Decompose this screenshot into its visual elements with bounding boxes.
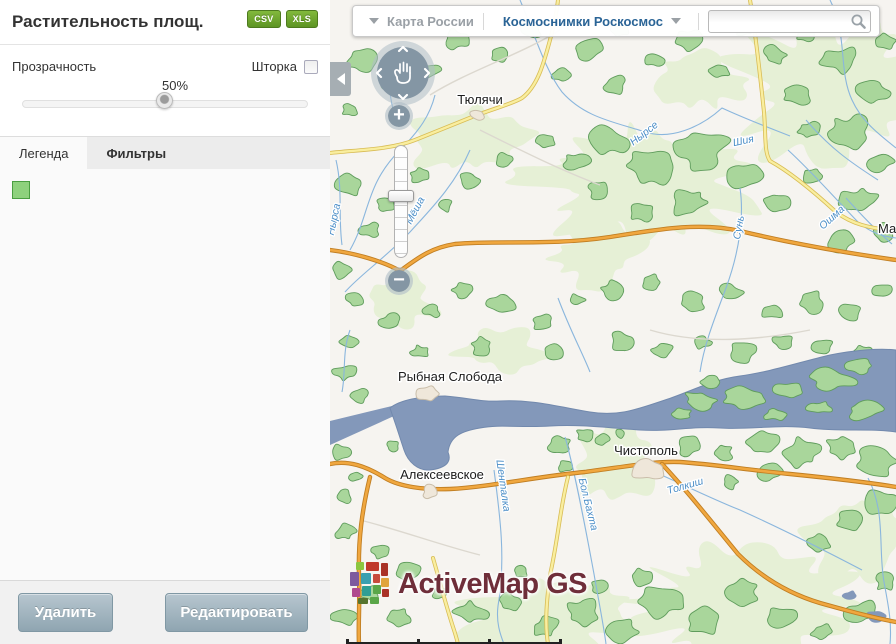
pan-control[interactable] (371, 41, 435, 105)
town-label: Алексеевское (400, 467, 484, 482)
pan-up-icon (399, 47, 407, 51)
town-label: Тюлячи (457, 92, 503, 107)
export-xls-button[interactable]: XLS (286, 10, 318, 28)
toolbar-divider (698, 13, 699, 30)
vegetation-area (559, 461, 573, 472)
base-layer-selector[interactable]: Карта России (387, 14, 474, 29)
map-view[interactable]: НырсаМёшаНырсеШияСуньОшмаБол.БахтаШентал… (330, 0, 896, 644)
opacity-section: Прозрачность Шторка 50% (0, 45, 330, 122)
vegetation-area (577, 430, 593, 442)
search-icon[interactable] (850, 13, 867, 30)
town-label: Ма (878, 221, 896, 236)
zoom-slider[interactable] (394, 145, 408, 258)
active-layer-selector[interactable]: Космоснимки Роскосмос (503, 14, 663, 29)
opacity-value: 50% (162, 78, 188, 93)
hand-icon (395, 63, 410, 84)
curtain-label: Шторка (252, 59, 297, 74)
pan-left-icon (377, 69, 381, 77)
zoom-slider-handle[interactable] (388, 190, 414, 202)
layer-title: Растительность площ. (12, 10, 242, 32)
vegetation-area (515, 565, 527, 576)
collapse-panel-button[interactable] (330, 62, 351, 96)
pan-right-icon (425, 69, 429, 77)
zoom-in-button[interactable]: + (385, 102, 413, 130)
map-toolbar: Карта России Космоснимки Роскосмос (352, 5, 880, 37)
chevron-left-icon (337, 73, 345, 85)
legend-content (0, 169, 330, 580)
pan-down-icon (399, 95, 407, 99)
panel-tabs: Легенда Фильтры (0, 136, 330, 169)
vegetation-area (872, 285, 892, 296)
edit-button[interactable]: Редактировать (165, 593, 308, 632)
scale-bar (346, 639, 562, 644)
toolbar-divider (483, 13, 484, 30)
chevron-down-icon[interactable] (369, 18, 379, 24)
zoom-out-button[interactable]: − (385, 267, 413, 295)
opacity-slider-handle[interactable] (156, 92, 173, 109)
search-box (708, 10, 871, 33)
pan-icons (371, 41, 435, 105)
town-label: Рыбная Слобода (398, 369, 503, 384)
opacity-label: Прозрачность (12, 59, 252, 74)
legend-swatch[interactable] (12, 181, 30, 199)
layer-panel: Растительность площ. CSV XLS Прозрачност… (0, 0, 330, 644)
delete-button[interactable]: Удалить (18, 593, 113, 632)
tab-legend[interactable]: Легенда (0, 137, 87, 169)
chevron-down-icon[interactable] (671, 18, 681, 24)
export-csv-button[interactable]: CSV (247, 10, 280, 28)
curtain-checkbox[interactable] (304, 60, 318, 74)
vegetation-area (631, 204, 652, 223)
panel-header: Растительность площ. CSV XLS (0, 0, 330, 45)
search-input[interactable] (708, 10, 871, 33)
tab-filters[interactable]: Фильтры (87, 137, 185, 169)
panel-footer: Удалить Редактировать (0, 580, 330, 644)
town-label: Чистополь (614, 443, 678, 458)
